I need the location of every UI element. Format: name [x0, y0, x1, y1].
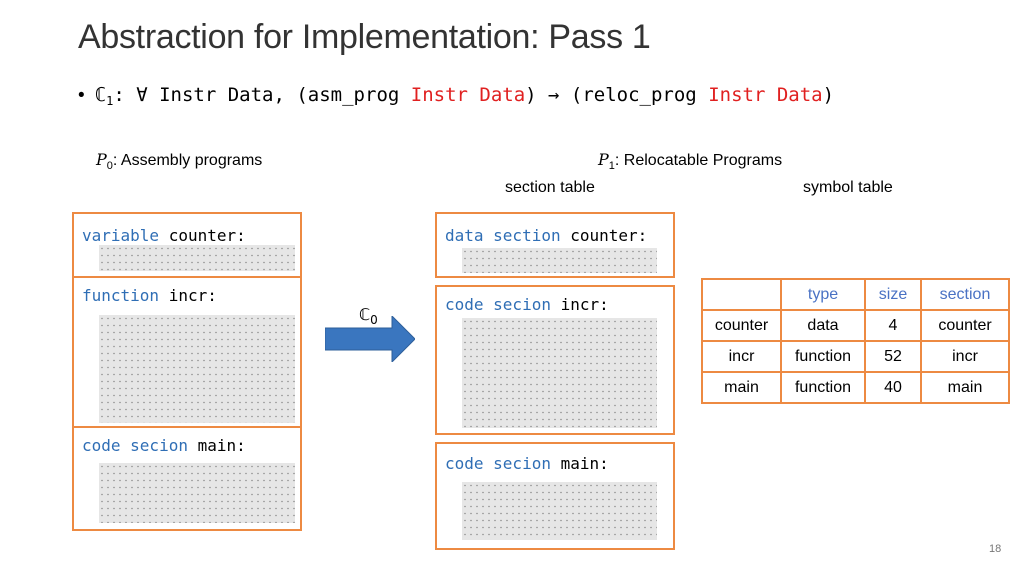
bullet-text-3: )	[822, 84, 835, 106]
header-cell: type	[780, 278, 866, 311]
reloc-block-header: data section counter:	[445, 226, 647, 245]
arrow-right-icon	[325, 316, 415, 362]
table-row: incr function 52 incr	[701, 340, 1010, 373]
header-cell: section	[920, 278, 1010, 311]
code-placeholder	[99, 315, 295, 423]
block-keyword: code secion	[445, 295, 551, 314]
table-cell: data	[780, 309, 866, 342]
table-cell: counter	[701, 309, 782, 342]
table-cell: incr	[701, 340, 782, 373]
page-number: 18	[989, 543, 1002, 555]
asm-block-counter: variable counter:	[72, 212, 302, 278]
block-name: incr:	[159, 286, 217, 305]
p0-symbol: P	[96, 150, 107, 169]
reloc-block-counter: data section counter:	[435, 212, 675, 278]
assembly-programs-heading: P0: Assembly programs	[96, 150, 262, 172]
table-cell: main	[920, 371, 1010, 404]
block-name: main:	[187, 436, 246, 455]
symbol-table-header-row: type size section	[701, 278, 1010, 311]
bullet-highlight-2: Instr Data	[708, 84, 823, 106]
table-cell: function	[780, 340, 866, 373]
table-row: main function 40 main	[701, 371, 1010, 404]
code-placeholder	[462, 248, 657, 273]
bullet-text-1: : ∀ Instr Data, (asm_prog	[113, 84, 411, 106]
block-name: main:	[550, 454, 609, 473]
table-cell: counter	[920, 309, 1010, 342]
asm-block-main: code secion main:	[72, 426, 302, 531]
bullet-highlight-1: Instr Data	[410, 84, 526, 106]
block-name: incr:	[550, 295, 609, 314]
header-cell	[701, 278, 782, 311]
code-placeholder	[462, 482, 657, 540]
block-name: counter:	[159, 226, 246, 245]
bullet-text-2: ) → (reloc_prog	[525, 84, 709, 106]
block-keyword: code secion	[445, 454, 551, 473]
table-cell: main	[701, 371, 782, 404]
table-cell: incr	[920, 340, 1010, 373]
table-row: counter data 4 counter	[701, 309, 1010, 342]
asm-block-header: code secion main:	[82, 436, 246, 455]
block-keyword: function	[82, 286, 160, 305]
compiler-symbol: ℂ	[94, 84, 107, 106]
symbol-table-label: symbol table	[803, 179, 893, 196]
section-table-label: section table	[505, 179, 595, 196]
code-placeholder	[462, 318, 657, 428]
asm-block-incr: function incr:	[72, 276, 302, 428]
assembly-heading-text: : Assembly programs	[112, 152, 263, 169]
slide-title: Abstraction for Implementation: Pass 1	[78, 18, 651, 56]
table-cell: function	[780, 371, 866, 404]
block-keyword: variable	[82, 226, 160, 245]
relocatable-programs-heading: P1: Relocatable Programs	[598, 150, 782, 172]
block-name: counter:	[560, 226, 648, 245]
reloc-block-header: code secion main:	[445, 454, 609, 473]
p1-symbol: P	[598, 150, 609, 169]
code-placeholder	[99, 463, 295, 523]
reloc-block-main: code secion main:	[435, 442, 675, 550]
asm-block-header: function incr:	[82, 286, 217, 305]
symbol-table: type size section counter data 4 counter…	[701, 278, 1010, 404]
compiler-spec-bullet: • ℂ1: ∀ Instr Data, (asm_prog Instr Data)…	[78, 84, 834, 108]
block-keyword: data section	[445, 226, 561, 245]
asm-block-header: variable counter:	[82, 226, 246, 245]
table-cell: 4	[864, 309, 922, 342]
code-placeholder	[99, 245, 295, 271]
bullet-marker: •	[78, 85, 85, 106]
relocatable-heading-text: : Relocatable Programs	[614, 152, 783, 169]
reloc-block-header: code secion incr:	[445, 295, 609, 314]
reloc-block-incr: code secion incr:	[435, 285, 675, 435]
table-cell: 52	[864, 340, 922, 373]
block-keyword: code secion	[82, 436, 188, 455]
header-cell: size	[864, 278, 922, 311]
table-cell: 40	[864, 371, 922, 404]
